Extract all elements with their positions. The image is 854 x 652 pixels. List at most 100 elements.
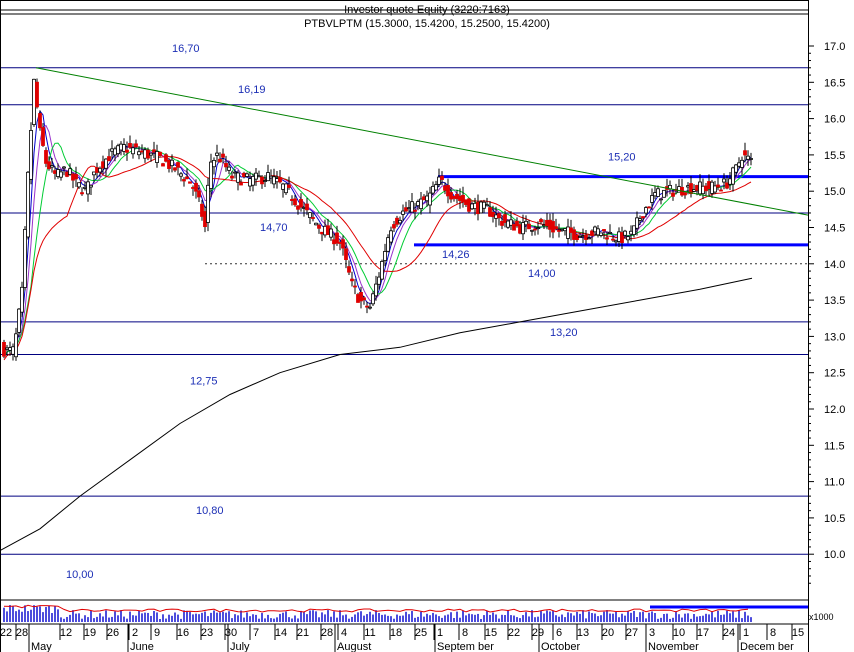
candle-body xyxy=(50,165,54,168)
candle-body xyxy=(167,159,171,169)
candle-body xyxy=(44,150,48,164)
candle-body xyxy=(17,308,21,333)
candle-body xyxy=(77,182,81,188)
x-tick-label: 10 xyxy=(673,627,685,639)
candle-body xyxy=(551,221,555,233)
candle-body xyxy=(176,162,180,168)
x-tick-label: 21 xyxy=(297,627,309,639)
candle-body xyxy=(458,195,462,201)
y-tick-label: 16.5 xyxy=(824,77,845,89)
candle-body xyxy=(401,210,405,215)
candle-body xyxy=(431,185,435,194)
x-tick-label: 9 xyxy=(154,627,160,639)
month-label: October xyxy=(541,641,580,652)
candle-body xyxy=(725,182,729,189)
y-tick-label: 11.0 xyxy=(824,477,845,489)
month-label: November xyxy=(648,641,699,652)
level-label: 14,26 xyxy=(442,249,470,261)
candle-body xyxy=(218,158,222,163)
candle-body xyxy=(194,182,198,192)
candle-body xyxy=(275,178,279,183)
candle-body xyxy=(542,224,546,227)
candle-body xyxy=(641,216,645,219)
candle-body xyxy=(500,220,504,226)
candle-body xyxy=(692,189,696,192)
candle-body xyxy=(332,239,336,245)
candle-body xyxy=(590,230,594,236)
candle-body xyxy=(53,170,57,174)
candle-body xyxy=(116,145,120,155)
x-tick-label: 22 xyxy=(508,627,520,639)
candle-body xyxy=(398,219,402,224)
candle-body xyxy=(512,224,516,231)
candle-body xyxy=(722,178,726,183)
candle-body xyxy=(485,204,489,207)
candle-body xyxy=(326,225,330,235)
candle-body xyxy=(311,217,315,219)
candle-body xyxy=(527,223,531,230)
candle-body xyxy=(710,181,714,194)
candle-body xyxy=(440,175,444,180)
candle-body xyxy=(416,201,420,207)
candle-body xyxy=(56,169,60,177)
candle-body xyxy=(236,172,240,183)
x-tick-label: 6 xyxy=(556,627,562,639)
candle-body xyxy=(662,189,666,198)
candle-body xyxy=(113,148,117,156)
candle-body xyxy=(647,206,651,209)
x-tick-label: 27 xyxy=(626,627,638,639)
candle-body xyxy=(683,192,687,196)
candle-body xyxy=(356,294,360,303)
candle-body xyxy=(650,195,654,203)
candle-body xyxy=(350,278,354,282)
candle-body xyxy=(689,183,693,195)
candle-body xyxy=(308,212,312,219)
moving-average-fast xyxy=(3,110,752,357)
candle-body xyxy=(368,306,372,309)
x-tick-label: 16 xyxy=(177,627,189,639)
candle-body xyxy=(230,175,234,179)
candle-body xyxy=(734,164,738,173)
candle-body xyxy=(32,78,36,125)
candle-body xyxy=(305,203,309,211)
candle-body xyxy=(695,185,699,191)
candle-body xyxy=(71,173,75,181)
level-label: 14,00 xyxy=(528,268,556,280)
month-label: June xyxy=(130,641,154,652)
candle-body xyxy=(572,229,576,240)
candle-body xyxy=(389,230,393,243)
x-tick-label: 15 xyxy=(792,627,804,639)
candle-body xyxy=(239,182,243,186)
candle-body xyxy=(23,228,27,288)
x-tick-label: 11 xyxy=(364,627,375,639)
candle-body xyxy=(746,155,750,160)
candle-body xyxy=(68,168,72,175)
candle-body xyxy=(338,242,342,244)
x-tick-label: 22 xyxy=(0,627,12,639)
y-tick-label: 11.5 xyxy=(824,440,845,452)
candle-body xyxy=(95,167,99,173)
candle-body xyxy=(428,192,432,206)
level-label: 16,70 xyxy=(172,43,200,55)
candle-body xyxy=(425,195,429,202)
candle-body xyxy=(635,217,639,229)
candle-body xyxy=(716,184,720,188)
candle-body xyxy=(701,185,705,195)
candle-body xyxy=(365,305,369,308)
candle-body xyxy=(284,183,288,194)
candle-body xyxy=(62,166,66,169)
y-tick-label: 13.0 xyxy=(824,331,845,343)
candle-body xyxy=(107,156,111,162)
candle-body xyxy=(713,185,717,193)
candle-body xyxy=(392,224,396,229)
candle-body xyxy=(14,333,18,358)
candle-body xyxy=(38,113,42,129)
candle-body xyxy=(626,236,630,241)
x-tick-label: 28 xyxy=(321,627,333,639)
candle-body xyxy=(407,207,411,210)
candle-body xyxy=(473,202,477,210)
candle-body xyxy=(437,176,441,185)
candle-body xyxy=(269,175,273,179)
candle-body xyxy=(557,230,561,232)
candle-body xyxy=(488,207,492,217)
